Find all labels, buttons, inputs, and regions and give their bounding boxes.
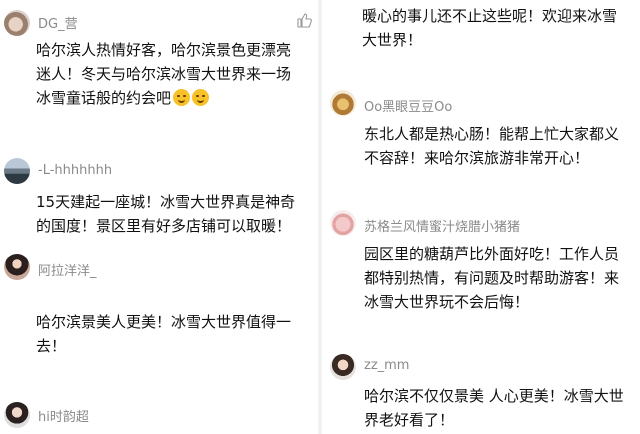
comment-line: 园区里的糖葫芦比外面好吃！工作人员	[364, 245, 620, 263]
comment-text: 东北人都是热心肠！能帮上忙大家都义 不容辞！来哈尔滨旅游非常开心！	[364, 122, 636, 170]
comment-username[interactable]: -L-hhhhhhh	[38, 163, 112, 178]
portrait-avatar[interactable]	[4, 402, 30, 428]
comment-line: 冰雪童话般的约会吧	[36, 89, 172, 107]
like-icon[interactable]	[296, 12, 312, 28]
comment-text: 哈尔滨不仅仅景美 人心更美！冰雪大世 界老好看了！	[364, 384, 636, 432]
comment-username[interactable]: zz_mm	[364, 358, 409, 373]
person-avatar[interactable]	[330, 354, 356, 380]
comment-line: 冰雪大世界玩不会后悔！	[364, 293, 530, 311]
comment-line: 哈尔滨人热情好客，哈尔滨景色更漂亮	[36, 41, 292, 59]
comment-username[interactable]: Oo黑眼豆豆Oo	[364, 96, 452, 115]
girl-avatar[interactable]	[4, 254, 30, 280]
comment-username[interactable]: DG_营	[38, 13, 78, 32]
comment-line: 去！	[36, 337, 67, 355]
comment-line: 不容辞！来哈尔滨旅游非常开心！	[364, 149, 590, 167]
comment-line: 迷人！冬天与哈尔滨冰雪大世界来一场	[36, 65, 292, 83]
comment-line-with-emoji: 冰雪童话般的约会吧	[36, 86, 308, 110]
cat-avatar[interactable]	[4, 10, 30, 36]
comment-line: 界老好看了！	[364, 411, 455, 429]
comment-text: 哈尔滨景美人更美！冰雪大世界值得一 去！	[36, 310, 308, 358]
comment-line: 东北人都是热心肠！能帮上忙大家都义	[364, 125, 620, 143]
comment-line: 的国度！景区里有好多店铺可以取暖！	[36, 217, 292, 235]
comment-text: 哈尔滨人热情好客，哈尔滨景色更漂亮 迷人！冬天与哈尔滨冰雪大世界来一场 冰雪童话…	[36, 38, 308, 110]
comment-text-continuation: 暖心的事儿还不止这些呢！欢迎来冰雪 大世界！	[362, 4, 634, 52]
comment-line: 15天建起一座城！冰雪大世界真是神奇	[36, 193, 296, 211]
comment-username[interactable]: hi时韵超	[38, 406, 89, 425]
landscape-avatar[interactable]	[4, 158, 30, 184]
comment-line: 哈尔滨景美人更美！冰雪大世界值得一	[36, 313, 292, 331]
comment-line: 暖心的事儿还不止这些呢！欢迎来冰雪	[362, 7, 618, 25]
comment-line: 大世界！	[362, 31, 423, 49]
comment-line: 哈尔滨不仅仅景美 人心更美！冰雪大世	[364, 387, 624, 405]
dog-avatar[interactable]	[330, 90, 356, 116]
comment-line: 都特别热情，有问题及时帮助游客！来	[364, 269, 620, 287]
comment-text: 15天建起一座城！冰雪大世界真是神奇 的国度！景区里有好多店铺可以取暖！	[36, 190, 308, 238]
pig-avatar[interactable]	[330, 210, 356, 236]
comment-username[interactable]: 阿拉洋洋_	[38, 260, 97, 279]
grin-emoji-icon	[192, 89, 210, 106]
comment-username[interactable]: 苏格兰风情蜜汁烧腊小猪猪	[364, 216, 520, 235]
comment-text: 园区里的糖葫芦比外面好吃！工作人员 都特别热情，有问题及时帮助游客！来 冰雪大世…	[364, 242, 636, 314]
right-comment-column: 暖心的事儿还不止这些呢！欢迎来冰雪 大世界！ Oo黑眼豆豆Oo 东北人都是热心肠…	[322, 0, 640, 434]
left-comment-column: DG_营 哈尔滨人热情好客，哈尔滨景色更漂亮 迷人！冬天与哈尔滨冰雪大世界来一场…	[0, 0, 318, 434]
grin-emoji-icon	[173, 89, 191, 106]
